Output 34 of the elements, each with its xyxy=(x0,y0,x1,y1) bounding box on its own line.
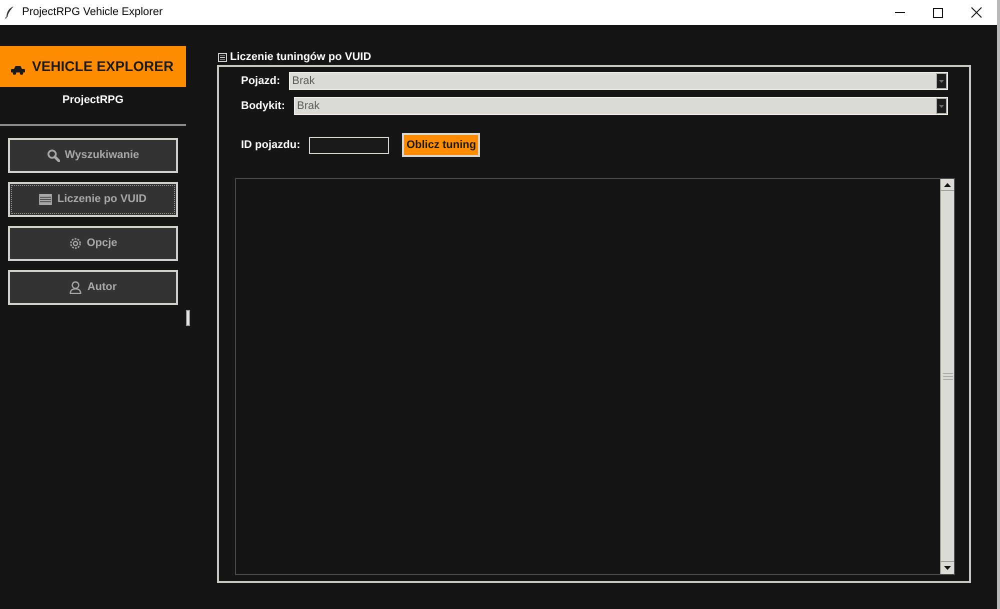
arrow-down-icon xyxy=(944,566,951,570)
window-title: ProjectRPG Vehicle Explorer xyxy=(22,5,163,20)
nav-button[interactable]: Autor xyxy=(8,270,178,305)
car-icon xyxy=(10,64,26,74)
caret-down-icon xyxy=(939,104,944,108)
dropdown-button[interactable] xyxy=(936,98,947,114)
feather-icon xyxy=(5,6,14,19)
app-subtitle: ProjectRPG xyxy=(61,93,125,107)
caret-down-icon xyxy=(939,80,944,82)
vertical-scrollbar[interactable] xyxy=(940,179,954,574)
calculate-button[interactable]: Oblicz tuning xyxy=(402,133,480,157)
grip-icon xyxy=(942,372,952,380)
keyboard-icon xyxy=(39,194,52,205)
nav-button[interactable]: Wyszukiwanie xyxy=(8,138,178,173)
sash-handle[interactable] xyxy=(186,310,190,326)
settings-icon xyxy=(68,237,82,250)
app-title: VEHICLE EXPLORER xyxy=(32,57,174,76)
close-icon xyxy=(970,7,982,18)
dropdown-button[interactable] xyxy=(936,73,947,89)
dropdown-field[interactable]: Brak xyxy=(289,72,948,90)
arrow-up-icon xyxy=(944,182,951,186)
dropdown-field[interactable]: Brak xyxy=(294,97,948,115)
section-title: Liczenie tuningów po VUID xyxy=(230,50,372,65)
field-label: Bodykit: xyxy=(241,98,285,114)
maximize-icon xyxy=(933,8,943,18)
field-label: ID pojazdu: xyxy=(241,138,300,153)
collapse-icon[interactable] xyxy=(218,52,227,62)
nav-button[interactable]: Opcje xyxy=(8,226,178,261)
search-icon xyxy=(46,149,60,162)
id-input-field[interactable] xyxy=(309,136,390,154)
user-icon xyxy=(69,281,82,294)
nav-button[interactable]: Liczenie po VUID xyxy=(8,182,178,217)
field-label: Pojazd: xyxy=(241,74,280,89)
minimize-icon xyxy=(895,12,905,13)
